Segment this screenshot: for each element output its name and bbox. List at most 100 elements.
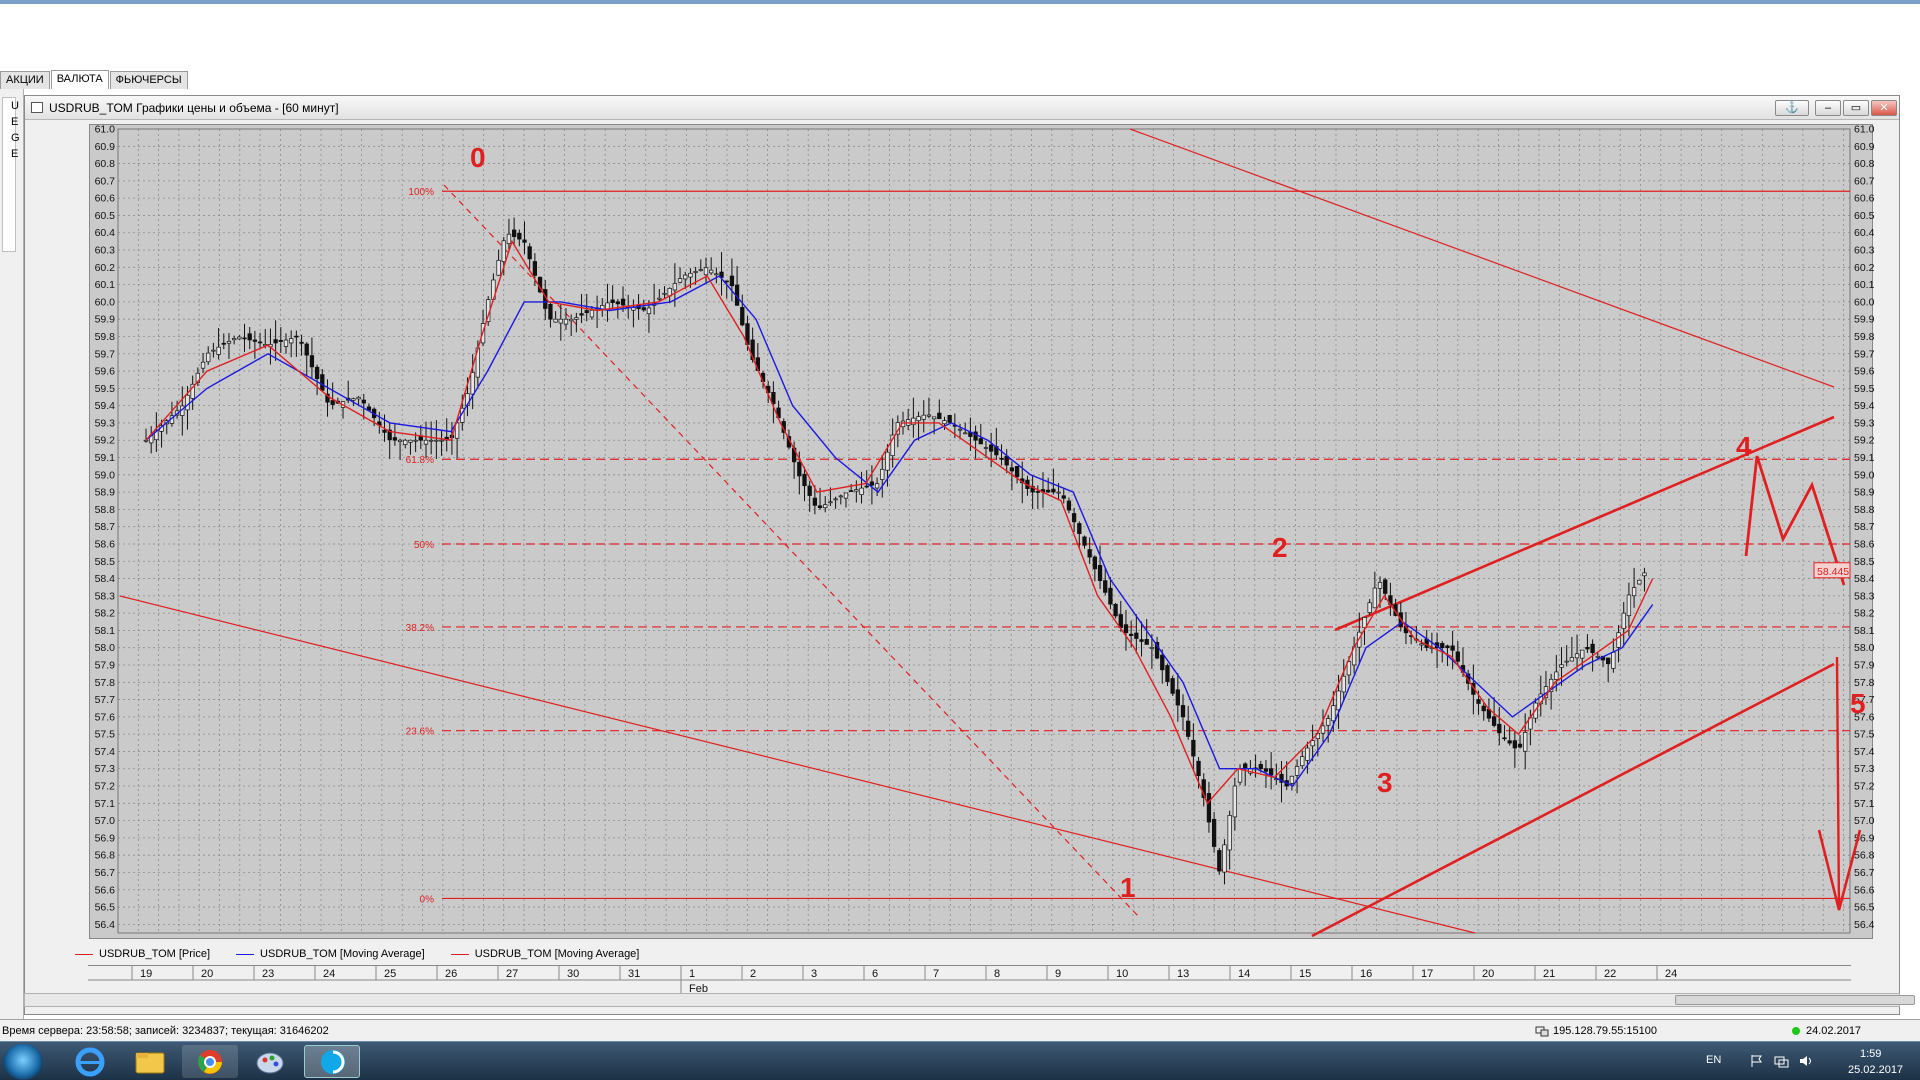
chart-window-titlebar[interactable]: USDRUB_TOM Графики цены и объема - [60 м… (25, 96, 1899, 120)
price-candle-body (683, 274, 688, 280)
tab-stocks[interactable]: АКЦИИ (0, 71, 50, 89)
price-candle-body (511, 229, 517, 237)
y-tick-label-right: 59.4 (1854, 400, 1874, 412)
price-candle-body (392, 437, 398, 441)
price-candle-body (1071, 513, 1077, 523)
left-list-item[interactable]: E (3, 146, 18, 162)
left-list-item[interactable]: G (3, 130, 20, 146)
y-tick-label-left: 58.6 (95, 538, 116, 550)
legend-line-icon (450, 953, 469, 955)
price-candle-body (423, 439, 429, 445)
server-status-text: Время сервера: 23:58:58; записей: 323483… (2, 1025, 329, 1037)
clock-date[interactable]: 25.02.2017 (1848, 1064, 1903, 1076)
y-tick-label-left: 60.8 (95, 158, 116, 170)
y-tick-label-right: 57.0 (1854, 815, 1874, 827)
price-chart-area[interactable]: 61.0 61.0 60.9 60.9 60.8 60.8 60.7 60.7 60.6 60.6… (89, 124, 1874, 940)
horizontal-scrollbar[interactable] (24, 993, 1915, 1007)
start-button[interactable] (3, 1044, 43, 1080)
clock-time[interactable]: 1:59 (1860, 1048, 1881, 1060)
volume-icon[interactable] (1798, 1054, 1814, 1068)
language-indicator[interactable]: EN (1706, 1054, 1721, 1066)
wave-label: 1 (1120, 872, 1136, 903)
taskbar-chrome-icon[interactable] (182, 1045, 238, 1078)
price-candle-body (289, 338, 294, 344)
y-tick-label-right: 58.2 (1854, 608, 1874, 620)
top-empty-area (0, 0, 1920, 70)
price-candle-body (724, 280, 729, 283)
price-candle-body (1606, 657, 1611, 665)
price-candle-body (309, 355, 315, 368)
taskbar-paint-icon[interactable] (242, 1045, 298, 1078)
close-button[interactable]: ✕ (1871, 100, 1897, 116)
fib-level-label: 23.6% (406, 727, 434, 738)
y-tick-label-left: 56.7 (95, 867, 116, 879)
price-candle-body (1092, 556, 1098, 570)
price-candle-body (1523, 732, 1528, 752)
price-candle-body (662, 292, 667, 295)
y-tick-label-left: 57.1 (95, 798, 116, 810)
network-tray-icon[interactable] (1774, 1054, 1790, 1068)
price-candle-body (470, 372, 475, 395)
price-candle-body (1263, 768, 1269, 772)
time-axis-day-label: 20 (201, 968, 213, 980)
tab-futures[interactable]: ФЬЮЧЕРСЫ (109, 71, 188, 89)
scrollbar-thumb[interactable] (1675, 995, 1915, 1005)
top-window-edge (0, 0, 1920, 4)
price-chart-svg[interactable]: 61.0 61.0 60.9 60.9 60.8 60.8 60.7 60.7 60.6 60.6… (90, 125, 1874, 940)
left-list-panel[interactable]: U E G E (2, 97, 20, 252)
time-axis-day-label: 15 (1299, 968, 1311, 980)
price-candle-body (501, 240, 506, 262)
price-candle-body (1611, 651, 1616, 669)
y-tick-label-right: 59.9 (1854, 314, 1874, 326)
price-candle-body (1087, 549, 1092, 558)
price-candle-body (1191, 739, 1196, 757)
y-tick-label-left: 60.5 (95, 210, 116, 222)
left-list-item[interactable]: E (3, 114, 18, 130)
time-axis-day-label: 31 (628, 968, 640, 980)
price-candle-body (620, 298, 626, 306)
left-list-item[interactable]: U (3, 98, 19, 114)
y-tick-label-left: 57.3 (95, 763, 116, 775)
taskbar-explorer-icon[interactable] (122, 1045, 178, 1078)
minimize-button[interactable]: – (1815, 100, 1841, 116)
price-candle-body (1134, 632, 1139, 639)
restore-button[interactable]: ▭ (1843, 100, 1869, 116)
tab-currency[interactable]: ВАЛЮТА (50, 70, 109, 89)
price-candle-body (278, 340, 283, 342)
y-tick-label-right: 59.8 (1854, 331, 1874, 343)
y-tick-label-left: 59.5 (95, 383, 116, 395)
price-candle-body (817, 505, 823, 509)
y-tick-label-left: 59.7 (95, 348, 116, 360)
chart-legend: USDRUB_TOM [Price] USDRUB_TOM [Moving Av… (75, 946, 639, 962)
price-candle-body (231, 338, 237, 341)
taskbar-quik-icon[interactable] (304, 1045, 360, 1078)
legend-item-ma-red: USDRUB_TOM [Moving Average] (450, 946, 640, 962)
price-candle-body (1227, 815, 1232, 851)
legend-label: USDRUB_TOM [Moving Average] (474, 948, 640, 960)
market-tabs: АКЦИИ ВАЛЮТА ФЬЮЧЕРСЫ (0, 70, 189, 89)
time-axis-day-label: 17 (1421, 968, 1433, 980)
y-tick-label-right: 57.5 (1854, 729, 1874, 741)
flag-icon[interactable] (1750, 1054, 1764, 1068)
price-candle-body (1574, 653, 1580, 659)
system-tray: EN 1:59 25.02.2017 (1700, 1044, 1920, 1079)
y-tick-label-right: 60.3 (1854, 245, 1874, 257)
price-candle-body (1004, 455, 1009, 466)
y-tick-label-left: 57.4 (95, 746, 116, 758)
time-axis-day-label: 24 (323, 968, 335, 980)
anchor-button[interactable]: ⚓ (1775, 100, 1809, 116)
price-candle-body (1294, 766, 1300, 776)
y-tick-label-right: 60.1 (1854, 279, 1874, 291)
price-candle-body (729, 275, 735, 287)
time-axis-day-label: 13 (1177, 968, 1189, 980)
price-candle-body (517, 232, 522, 240)
time-axis-svg: 19 20 23 24 25 26 27 30 31 1 2 3 6 7 8 9 10 13 14 15 16 17 20 2… (88, 966, 1851, 996)
y-tick-label-right: 58.0 (1854, 642, 1874, 654)
taskbar-ie-icon[interactable] (62, 1045, 118, 1078)
y-tick-label-left: 60.0 (95, 296, 116, 308)
price-candle-body (1621, 612, 1626, 629)
price-candle-body (874, 483, 880, 489)
connected-status-icon (1792, 1027, 1800, 1035)
y-tick-label-right: 59.0 (1854, 469, 1874, 481)
y-tick-label-right: 58.3 (1854, 590, 1874, 602)
